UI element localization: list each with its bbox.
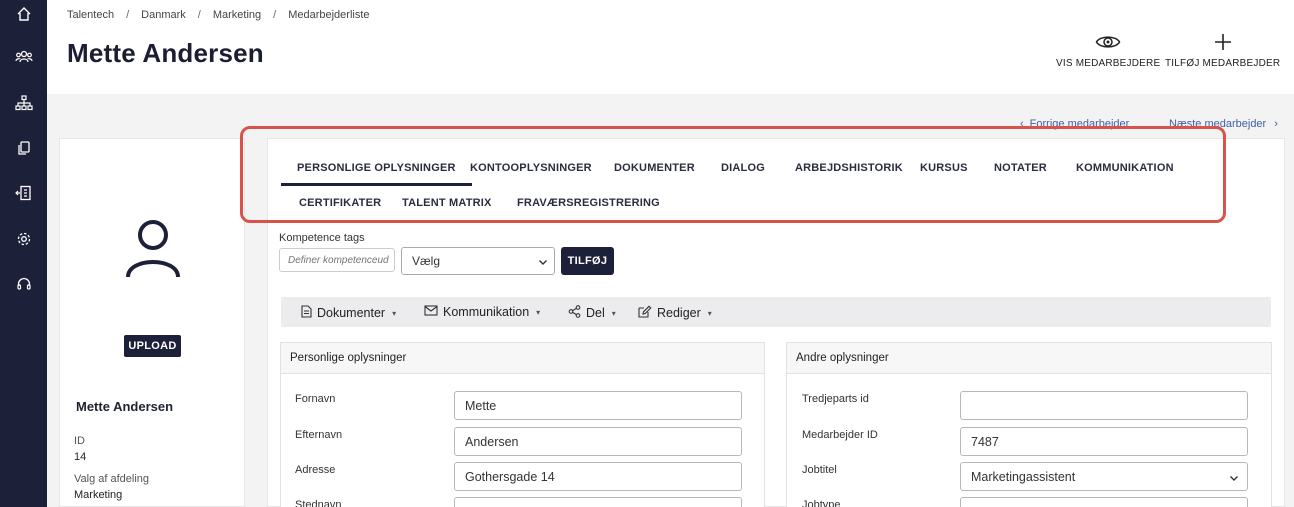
competence-select[interactable]: Vælg <box>401 247 555 275</box>
department-value: Marketing <box>74 489 123 501</box>
support-icon[interactable] <box>14 274 34 294</box>
id-label: ID <box>74 435 85 447</box>
tab-courses[interactable]: KURSUS <box>920 162 968 174</box>
other-info-section: Andre oplysninger Tredjeparts id Medarbe… <box>786 342 1272 507</box>
breadcrumb-separator: / <box>126 9 130 21</box>
competence-select-value: Vælg <box>412 254 441 268</box>
chevron-down-icon: ▾ <box>611 308 616 318</box>
breadcrumb-item[interactable]: Talentech <box>67 9 114 21</box>
tab-communication[interactable]: KOMMUNIKATION <box>1076 162 1174 174</box>
place-name-field[interactable] <box>454 497 742 507</box>
share-menu[interactable]: Del ▾ <box>568 305 616 321</box>
communication-menu-label: Kommunikation <box>443 305 530 319</box>
page-title: Mette Andersen <box>67 38 264 68</box>
profile-card: UPLOAD Mette Andersen ID 14 Valg af afde… <box>59 138 245 507</box>
last-name-field[interactable]: Andersen <box>454 427 742 456</box>
settings-icon[interactable] <box>14 229 34 249</box>
employee-id-label: Medarbejder ID <box>802 429 878 441</box>
place-name-label: Stednavn <box>295 499 342 507</box>
first-name-value: Mette <box>465 398 497 413</box>
next-employee-link[interactable]: Næste medarbejder › <box>1169 118 1278 130</box>
users-icon[interactable] <box>14 47 34 67</box>
employee-id-field[interactable]: 7487 <box>960 427 1248 456</box>
avatar[interactable] <box>124 217 182 284</box>
prev-employee-label: Forrige medarbejder <box>1029 118 1130 130</box>
envelope-icon <box>424 305 438 319</box>
page-header: Talentech / Danmark / Marketing / Medarb… <box>47 0 1294 94</box>
profile-name: Mette Andersen <box>76 399 174 414</box>
sidebar <box>0 0 47 507</box>
eye-icon <box>1095 30 1121 54</box>
share-icon <box>568 305 581 321</box>
competence-tags-label: Kompetence tags <box>279 232 365 244</box>
tab-notes[interactable]: NOTATER <box>994 162 1047 174</box>
plus-icon <box>1214 30 1232 54</box>
breadcrumb-separator: / <box>273 9 277 21</box>
first-name-field[interactable]: Mette <box>454 391 742 420</box>
breadcrumb: Talentech / Danmark / Marketing / Medarb… <box>67 9 370 21</box>
job-type-label: Jobtype <box>802 499 841 507</box>
building-icon[interactable] <box>14 183 34 203</box>
prev-employee-link[interactable]: ‹ Forrige medarbejder <box>1020 118 1129 130</box>
tab-talent-matrix[interactable]: TALENT MATRIX <box>402 197 492 209</box>
third-party-id-field[interactable] <box>960 391 1248 420</box>
documents-menu-label: Dokumenter <box>317 306 386 320</box>
employee-id-value: 7487 <box>971 434 999 449</box>
tab-personal-info[interactable]: PERSONLIGE OPLYSNINGER <box>281 162 472 186</box>
third-party-id-label: Tredjeparts id <box>802 393 869 405</box>
tab-certificates[interactable]: CERTIFIKATER <box>299 197 381 209</box>
job-type-select[interactable] <box>960 497 1248 507</box>
tab-work-history[interactable]: ARBEJDSHISTORIK <box>795 162 903 174</box>
edit-menu-label: Rediger <box>657 306 701 320</box>
tab-account-info[interactable]: KONTOOPLYSNINGER <box>470 162 592 174</box>
breadcrumb-separator: / <box>197 9 201 21</box>
job-title-label: Jobtitel <box>802 464 837 476</box>
breadcrumb-item[interactable]: Danmark <box>141 9 186 21</box>
id-value: 14 <box>74 451 87 463</box>
address-value: Gothersgade 14 <box>465 469 555 484</box>
add-employee-button[interactable]: TILFØJ MEDARBEJDER <box>1165 30 1280 69</box>
breadcrumb-item[interactable]: Marketing <box>213 9 261 21</box>
edit-icon <box>638 305 652 321</box>
edit-menu[interactable]: Rediger ▾ <box>638 305 712 321</box>
job-title-select[interactable]: Marketingassistent <box>960 462 1248 491</box>
competence-input[interactable] <box>279 248 395 272</box>
job-title-value: Marketingassistent <box>971 469 1076 484</box>
view-employees-button[interactable]: VIS MEDARBEJDERE <box>1056 30 1160 69</box>
chevron-down-icon <box>1229 472 1239 486</box>
chevron-down-icon: ▾ <box>536 307 541 317</box>
add-employee-label: TILFØJ MEDARBEJDER <box>1165 58 1281 69</box>
document-icon <box>301 305 312 321</box>
documents-icon[interactable] <box>14 138 34 158</box>
tab-absence[interactable]: FRAVÆRSREGISTRERING <box>517 197 660 209</box>
other-info-title: Andre oplysninger <box>787 343 1271 374</box>
last-name-label: Efternavn <box>295 429 343 441</box>
personal-info-section: Personlige oplysninger Fornavn Mette Eft… <box>280 342 765 507</box>
address-field[interactable]: Gothersgade 14 <box>454 462 742 491</box>
chevron-left-icon: ‹ <box>1020 118 1024 130</box>
upload-button[interactable]: UPLOAD <box>124 335 181 357</box>
department-label: Valg af afdeling <box>74 473 150 485</box>
personal-info-title: Personlige oplysninger <box>281 343 764 374</box>
chevron-down-icon: ▾ <box>707 308 712 318</box>
home-icon[interactable] <box>14 4 34 24</box>
tab-dialog[interactable]: DIALOG <box>721 162 765 174</box>
chevron-right-icon: › <box>1274 118 1278 130</box>
share-menu-label: Del <box>586 306 605 320</box>
first-name-label: Fornavn <box>295 393 336 405</box>
tab-documents[interactable]: DOKUMENTER <box>614 162 695 174</box>
address-label: Adresse <box>295 464 336 476</box>
view-employees-label: VIS MEDARBEJDERE <box>1056 58 1161 69</box>
chevron-down-icon: ▾ <box>392 308 397 318</box>
next-employee-label: Næste medarbejder <box>1169 118 1267 130</box>
documents-menu[interactable]: Dokumenter ▾ <box>301 305 396 321</box>
communication-menu[interactable]: Kommunikation ▾ <box>424 305 540 319</box>
add-competence-button[interactable]: TILFØJ <box>561 247 614 275</box>
breadcrumb-item[interactable]: Medarbejderliste <box>288 9 369 21</box>
last-name-value: Andersen <box>465 434 519 449</box>
chevron-down-icon <box>538 256 548 270</box>
org-chart-icon[interactable] <box>14 93 34 113</box>
action-toolbar: Dokumenter ▾ Kommunikation ▾ Del ▾ Redig… <box>281 297 1271 327</box>
